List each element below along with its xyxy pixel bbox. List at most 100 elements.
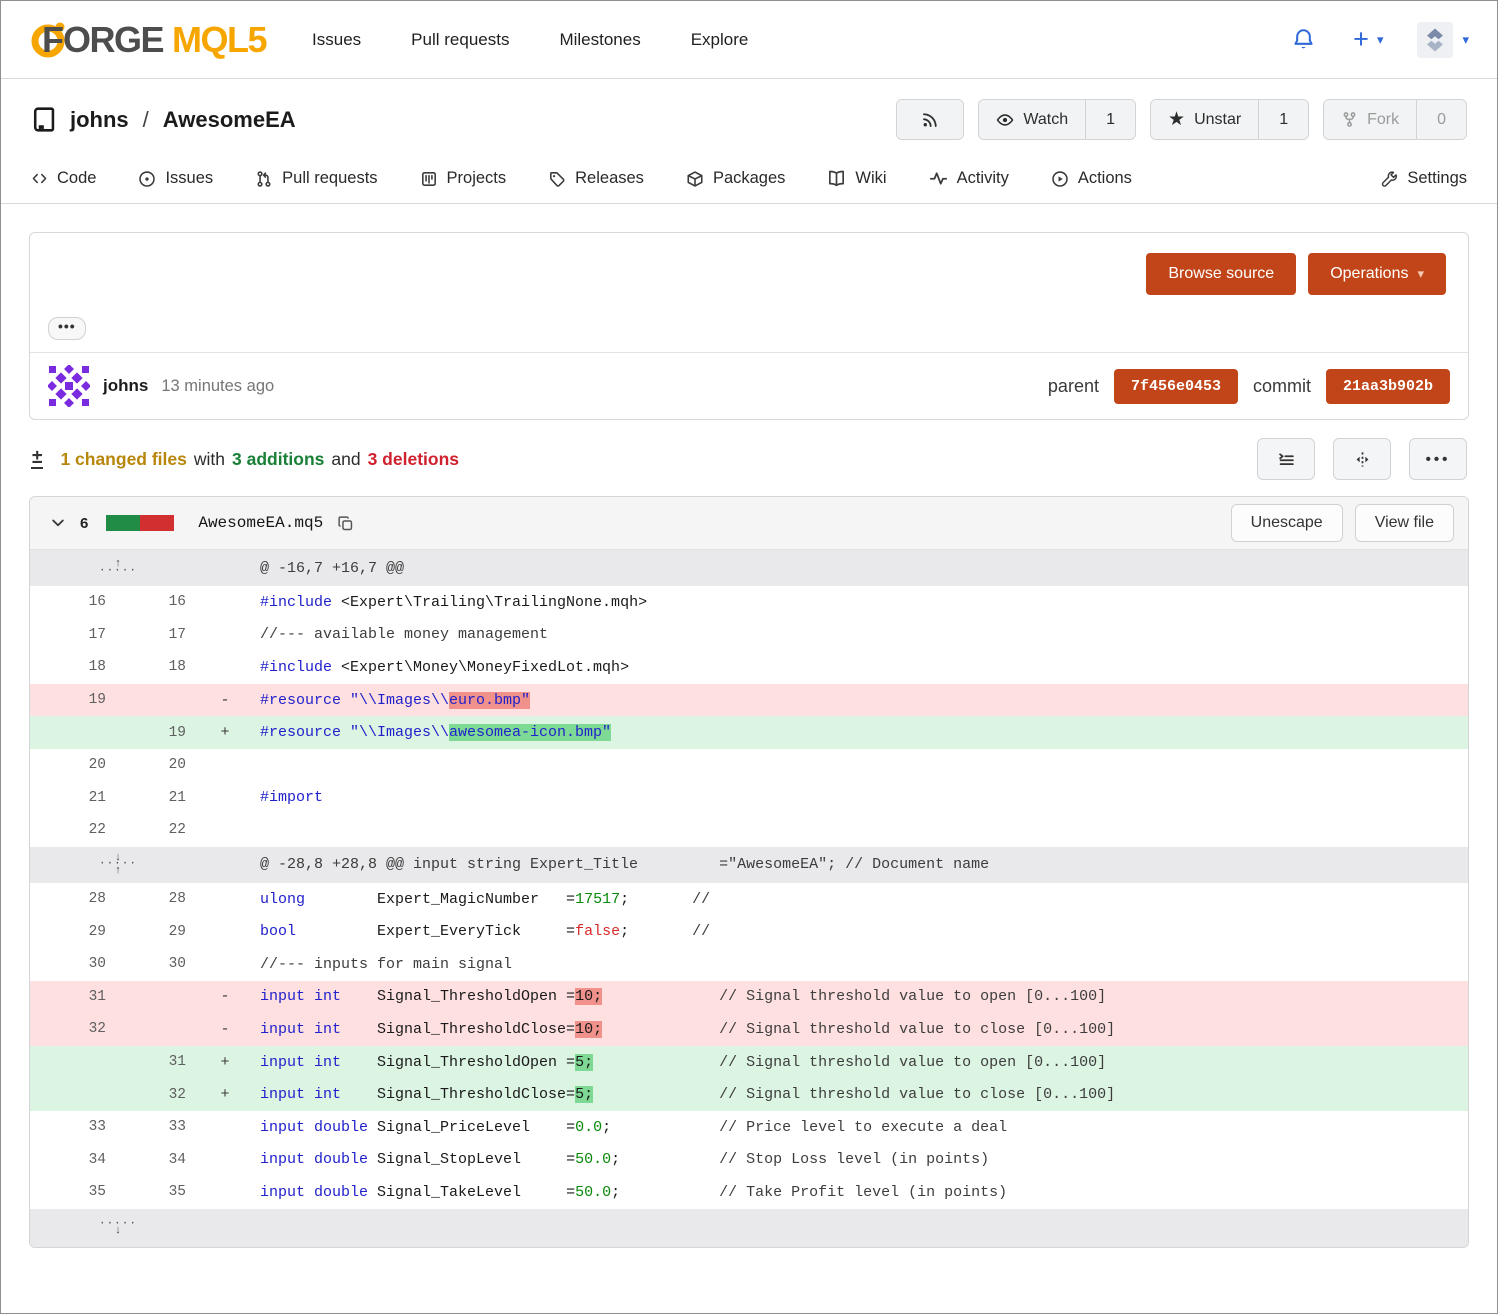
main-content: Browse source Operations ▾ ••• xyxy=(1,204,1497,1278)
repo-tabs: Code Issues Pull requests Projects Relea… xyxy=(1,154,1497,204)
parent-sha-button[interactable]: 7f456e0453 xyxy=(1114,369,1238,404)
watch-count[interactable]: 1 xyxy=(1085,100,1135,139)
old-line-number[interactable]: 16 xyxy=(30,594,126,610)
new-line-number[interactable]: 20 xyxy=(126,757,206,773)
old-line-number[interactable]: 32 xyxy=(30,1021,126,1037)
notifications-button[interactable] xyxy=(1288,24,1319,55)
unstar-button[interactable]: ★ Unstar xyxy=(1151,100,1258,139)
copy-filename-button[interactable] xyxy=(335,513,356,534)
tab-projects[interactable]: Projects xyxy=(420,169,507,188)
repo-owner-link[interactable]: johns xyxy=(70,107,129,133)
star-count[interactable]: 1 xyxy=(1258,100,1308,139)
old-line-number[interactable]: 21 xyxy=(30,790,126,806)
expand-up-icon[interactable]: ↑····· xyxy=(30,558,206,578)
commit-sha-group: parent 7f456e0453 commit 21aa3b902b xyxy=(1048,369,1450,404)
operations-button[interactable]: Operations ▾ xyxy=(1308,253,1446,295)
fork-button[interactable]: Fork xyxy=(1324,100,1416,139)
diff-code-row: 2020 xyxy=(30,749,1468,782)
new-line-number[interactable]: 16 xyxy=(126,594,206,610)
new-line-number[interactable]: 33 xyxy=(126,1119,206,1135)
split-view-button[interactable] xyxy=(1333,438,1391,480)
more-options-button[interactable]: ••• xyxy=(1409,438,1467,480)
repo-header: johns / AwesomeEA Watch xyxy=(1,79,1497,154)
issue-icon xyxy=(138,170,156,188)
tab-pull-requests[interactable]: Pull requests xyxy=(255,169,377,188)
commit-author-link[interactable]: johns xyxy=(103,376,148,396)
new-line-number[interactable]: 28 xyxy=(126,891,206,907)
diff-stats-bar: ± 1 changed files with 3 additions and 3… xyxy=(31,438,1467,480)
nav-link-milestones[interactable]: Milestones xyxy=(559,30,640,50)
new-line-number[interactable]: 30 xyxy=(126,956,206,972)
new-line-number[interactable]: 17 xyxy=(126,627,206,643)
old-line-number[interactable]: 22 xyxy=(30,822,126,838)
new-line-number[interactable]: 19 xyxy=(126,725,206,741)
tab-issues[interactable]: Issues xyxy=(138,169,213,188)
old-line-number[interactable]: 34 xyxy=(30,1152,126,1168)
repo-name-link[interactable]: AwesomeEA xyxy=(163,107,296,133)
code-line: #import xyxy=(244,789,1468,806)
rss-button[interactable] xyxy=(897,100,963,139)
repo-title: johns / AwesomeEA xyxy=(31,106,296,133)
old-line-number[interactable]: 35 xyxy=(30,1184,126,1200)
commit-time: 13 minutes ago xyxy=(161,377,274,396)
collapse-file-button[interactable] xyxy=(48,513,68,533)
nav-link-pull-requests[interactable]: Pull requests xyxy=(411,30,509,50)
code-line: #include <Expert\Money\MoneyFixedLot.mqh… xyxy=(244,659,1468,676)
nav-link-explore[interactable]: Explore xyxy=(691,30,749,50)
diff-file-name[interactable]: AwesomeEA.mq5 xyxy=(198,514,323,532)
brand-logo[interactable]: FORGE MQL5 xyxy=(29,19,266,61)
whitespace-options-button[interactable] xyxy=(1257,438,1315,480)
new-line-number[interactable]: 18 xyxy=(126,659,206,675)
commit-header: Browse source Operations ▾ ••• xyxy=(30,233,1468,352)
old-line-number[interactable]: 33 xyxy=(30,1119,126,1135)
commit-sha-button[interactable]: 21aa3b902b xyxy=(1326,369,1450,404)
tab-releases[interactable]: Releases xyxy=(548,169,644,188)
new-line-number[interactable]: 21 xyxy=(126,790,206,806)
create-new-button[interactable]: + ▾ xyxy=(1349,22,1387,57)
hunk-header-text: @ -16,7 +16,7 @@ xyxy=(244,560,1468,577)
commit-message-toggle[interactable]: ••• xyxy=(48,317,86,340)
tab-packages[interactable]: Packages xyxy=(686,169,785,188)
tab-activity[interactable]: Activity xyxy=(929,169,1009,188)
pulse-icon xyxy=(929,169,948,188)
new-line-number[interactable]: 35 xyxy=(126,1184,206,1200)
new-line-number[interactable]: 22 xyxy=(126,822,206,838)
user-menu[interactable]: ▾ xyxy=(1417,22,1469,58)
deletions-bar xyxy=(140,515,174,531)
old-line-number[interactable]: 18 xyxy=(30,659,126,675)
new-line-number[interactable]: 31 xyxy=(126,1054,206,1070)
diff-file-header: 6 AwesomeEA.mq5 Unescape View file xyxy=(30,497,1468,550)
code-line: #resource "\\Images\\euro.bmp" xyxy=(244,692,1468,709)
code-line: bool Expert_EveryTick =false; // xyxy=(244,923,1468,940)
expand-both-icon[interactable]: ↓·····↑ xyxy=(30,852,206,878)
old-line-number[interactable]: 29 xyxy=(30,924,126,940)
nav-link-issues[interactable]: Issues xyxy=(312,30,361,50)
expand-down-icon[interactable]: ·····↓ xyxy=(30,1218,206,1238)
old-line-number[interactable]: 31 xyxy=(30,989,126,1005)
eye-icon xyxy=(996,111,1014,129)
view-file-button[interactable]: View file xyxy=(1355,504,1454,542)
old-line-number[interactable]: 20 xyxy=(30,757,126,773)
code-line: //--- available money management xyxy=(244,626,1468,643)
browse-source-button[interactable]: Browse source xyxy=(1146,253,1296,295)
fork-count[interactable]: 0 xyxy=(1416,100,1466,139)
old-line-number[interactable]: 28 xyxy=(30,891,126,907)
unescape-button[interactable]: Unescape xyxy=(1231,504,1343,542)
new-line-number[interactable]: 32 xyxy=(126,1087,206,1103)
watch-button[interactable]: Watch xyxy=(979,100,1085,139)
tab-settings[interactable]: Settings xyxy=(1380,169,1467,188)
old-line-number[interactable]: 30 xyxy=(30,956,126,972)
diff-expand-row: ·····↓ xyxy=(30,1209,1468,1247)
tab-wiki[interactable]: Wiki xyxy=(827,169,886,188)
diff-code-row: 2121 #import xyxy=(30,782,1468,815)
old-line-number[interactable]: 19 xyxy=(30,692,126,708)
tab-actions[interactable]: Actions xyxy=(1051,169,1132,188)
new-line-number[interactable]: 29 xyxy=(126,924,206,940)
play-circle-icon xyxy=(1051,170,1069,188)
old-line-number[interactable]: 17 xyxy=(30,627,126,643)
top-navbar: FORGE MQL5 Issues Pull requests Mileston… xyxy=(1,1,1497,79)
new-line-number[interactable]: 34 xyxy=(126,1152,206,1168)
tab-code[interactable]: Code xyxy=(31,169,96,188)
fork-button-group: Fork 0 xyxy=(1323,99,1467,140)
whitespace-icon xyxy=(1277,450,1296,469)
